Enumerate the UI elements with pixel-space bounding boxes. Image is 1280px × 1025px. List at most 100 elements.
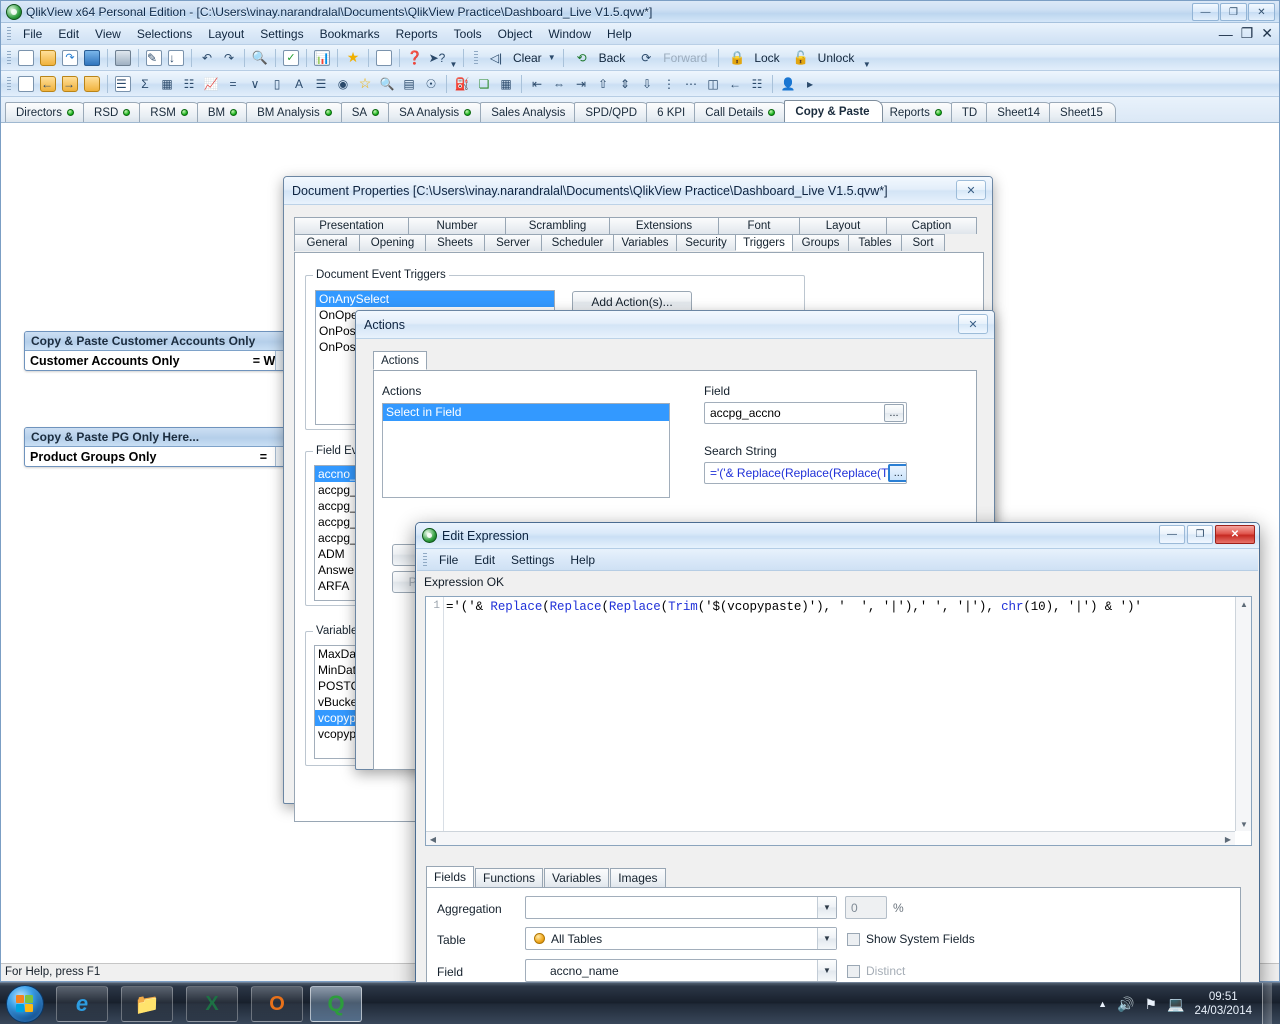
undo-icon[interactable]: ↶ (197, 48, 217, 68)
chart-icon[interactable]: 📊 (312, 48, 332, 68)
tab-caption[interactable]: Caption (886, 217, 977, 234)
sheet-tab-directors[interactable]: Directors (5, 102, 88, 122)
menu-settings[interactable]: Settings (252, 24, 311, 44)
redo-icon[interactable]: ↷ (219, 48, 239, 68)
input-box-icon[interactable]: = (223, 74, 243, 94)
menu-bookmarks[interactable]: Bookmarks (312, 24, 388, 44)
menu-reports[interactable]: Reports (388, 24, 446, 44)
restore-button[interactable]: ❐ (1220, 3, 1247, 21)
tab-scrambling[interactable]: Scrambling (505, 217, 610, 234)
container-icon[interactable]: ☰ (311, 74, 331, 94)
person-icon[interactable]: 👤 (778, 74, 798, 94)
align-center-h-icon[interactable]: ⇔ (549, 74, 569, 94)
chevron-down-icon[interactable]: ▼ (817, 897, 836, 918)
tab-tables[interactable]: Tables (848, 234, 902, 251)
more-tools-icon[interactable]: ▸ (800, 74, 820, 94)
tab-security[interactable]: Security (676, 234, 736, 251)
tab-images[interactable]: Images (610, 868, 666, 887)
taskbar-outlook-icon[interactable]: O (251, 986, 303, 1022)
sheet-tab-sheet14[interactable]: Sheet14 (986, 102, 1054, 122)
input-box-customer-accounts[interactable]: Copy & Paste Customer Accounts Only Cust… (24, 331, 290, 371)
percent-input[interactable]: 0 (845, 896, 887, 919)
clear-button[interactable]: ◁| Clear ▼ (482, 47, 559, 69)
input-box-product-groups[interactable]: Copy & Paste PG Only Here... Product Gro… (24, 427, 290, 467)
design-grid-icon[interactable] (374, 48, 394, 68)
align-left-icon[interactable]: ⇤ (527, 74, 547, 94)
doc-close-button[interactable]: ✕ (1261, 25, 1273, 42)
show-hidden-icons-icon[interactable]: ▲ (1098, 999, 1107, 1009)
table-box-icon[interactable]: ▦ (157, 74, 177, 94)
sheet-tab-reports[interactable]: Reports (878, 102, 955, 122)
tab-functions[interactable]: Functions (475, 868, 544, 887)
align-right-icon[interactable]: ⇥ (571, 74, 591, 94)
list-item[interactable]: OnAnySelect (316, 291, 554, 307)
expression-text[interactable]: ='('& Replace(Replace(Replace(Trim('$(vc… (446, 600, 1233, 614)
button-icon[interactable]: ▯ (267, 74, 287, 94)
editor-horizontal-scrollbar[interactable]: ◀ ▶ (426, 831, 1235, 845)
sheet-tab-spd-qpd[interactable]: SPD/QPD (574, 102, 651, 122)
scroll-up-icon[interactable]: ▲ (1236, 597, 1251, 611)
field-select[interactable]: accno_name ▼ (525, 959, 837, 982)
sheet-tab-bm-analysis[interactable]: BM Analysis (246, 102, 345, 122)
align-middle-icon[interactable]: ⇕ (615, 74, 635, 94)
expression-editor[interactable]: 1 ='('& Replace(Replace(Replace(Trim('$(… (425, 596, 1252, 846)
menu-help[interactable]: Help (562, 551, 603, 569)
sheet-tab-rsm[interactable]: RSM (139, 102, 201, 122)
menu-tools[interactable]: Tools (446, 24, 490, 44)
tab-general[interactable]: General (294, 234, 360, 251)
sheet-tab-td[interactable]: TD (950, 102, 991, 122)
bookmark-object-icon[interactable]: ☆ (355, 74, 375, 94)
close-button[interactable]: ✕ (1215, 525, 1255, 544)
space-horizontally-icon[interactable]: ⋮ (659, 74, 679, 94)
chevron-down-icon[interactable]: ▼ (817, 960, 836, 981)
tab-groups[interactable]: Groups (792, 234, 849, 251)
taskbar-excel-icon[interactable]: X (186, 986, 238, 1022)
flag-action-center-icon[interactable]: ⚑ (1144, 996, 1157, 1013)
new-sheet-icon[interactable] (16, 74, 36, 94)
chevron-down-icon[interactable]: ▼ (817, 928, 836, 949)
design-tools-icon[interactable]: ⛽ (452, 74, 472, 94)
sheet-tab-sheet15[interactable]: Sheet15 (1049, 102, 1116, 122)
taskbar-internet-explorer-icon[interactable]: e (56, 986, 108, 1022)
show-desktop-button[interactable] (1262, 983, 1272, 1025)
menu-object[interactable]: Object (490, 24, 541, 44)
menu-window[interactable]: Window (540, 24, 599, 44)
lock-button[interactable]: 🔒 Lock (723, 47, 786, 69)
minimize-button[interactable]: — (1159, 525, 1185, 544)
editor-vertical-scrollbar[interactable]: ▲ ▼ (1235, 597, 1251, 831)
menu-edit[interactable]: Edit (50, 24, 87, 44)
doc-restore-button[interactable]: ❐ (1241, 25, 1254, 42)
tab-triggers[interactable]: Triggers (735, 234, 793, 251)
aggregation-select[interactable]: ▼ (525, 896, 837, 919)
close-button[interactable]: ✕ (1248, 3, 1275, 21)
sheet-properties-icon[interactable] (82, 74, 102, 94)
help-icon[interactable]: ❓ (405, 48, 425, 68)
next-sheet-icon[interactable]: → (60, 74, 80, 94)
taskbar-qlikview-icon[interactable]: Q (310, 986, 362, 1022)
open-folder-icon[interactable] (38, 48, 58, 68)
save-icon[interactable] (82, 48, 102, 68)
favorite-star-icon[interactable]: ★ (343, 48, 363, 68)
context-help-icon[interactable]: ➤? (427, 48, 447, 68)
tab-number[interactable]: Number (408, 217, 506, 234)
menu-view[interactable]: View (87, 24, 129, 44)
tab-variables[interactable]: Variables (613, 234, 677, 251)
network-icon[interactable]: 💻 (1167, 996, 1184, 1013)
start-orb-icon[interactable] (6, 985, 44, 1023)
reload-icon[interactable]: ↷ (60, 48, 80, 68)
tab-variables[interactable]: Variables (544, 868, 610, 887)
actions-list[interactable]: Select in Field (382, 403, 670, 498)
clock[interactable]: 09:51 24/03/2014 (1194, 990, 1252, 1018)
scroll-right-icon[interactable]: ▶ (1221, 832, 1235, 845)
tab-sheets[interactable]: Sheets (425, 234, 485, 251)
search-object-icon[interactable]: 🔍 (377, 74, 397, 94)
scroll-left-icon[interactable]: ◀ (426, 832, 440, 845)
export-icon[interactable]: ↓ (166, 48, 186, 68)
menu-file[interactable]: File (431, 551, 466, 569)
sheet-tab-copy-and-paste[interactable]: Copy & Paste (784, 100, 883, 122)
sheet-tab-sa-analysis[interactable]: SA Analysis (388, 102, 485, 122)
multi-box-icon[interactable]: ☷ (179, 74, 199, 94)
tab-layout[interactable]: Layout (799, 217, 887, 234)
previous-sheet-icon[interactable]: ← (38, 74, 58, 94)
menu-file[interactable]: File (15, 24, 50, 44)
